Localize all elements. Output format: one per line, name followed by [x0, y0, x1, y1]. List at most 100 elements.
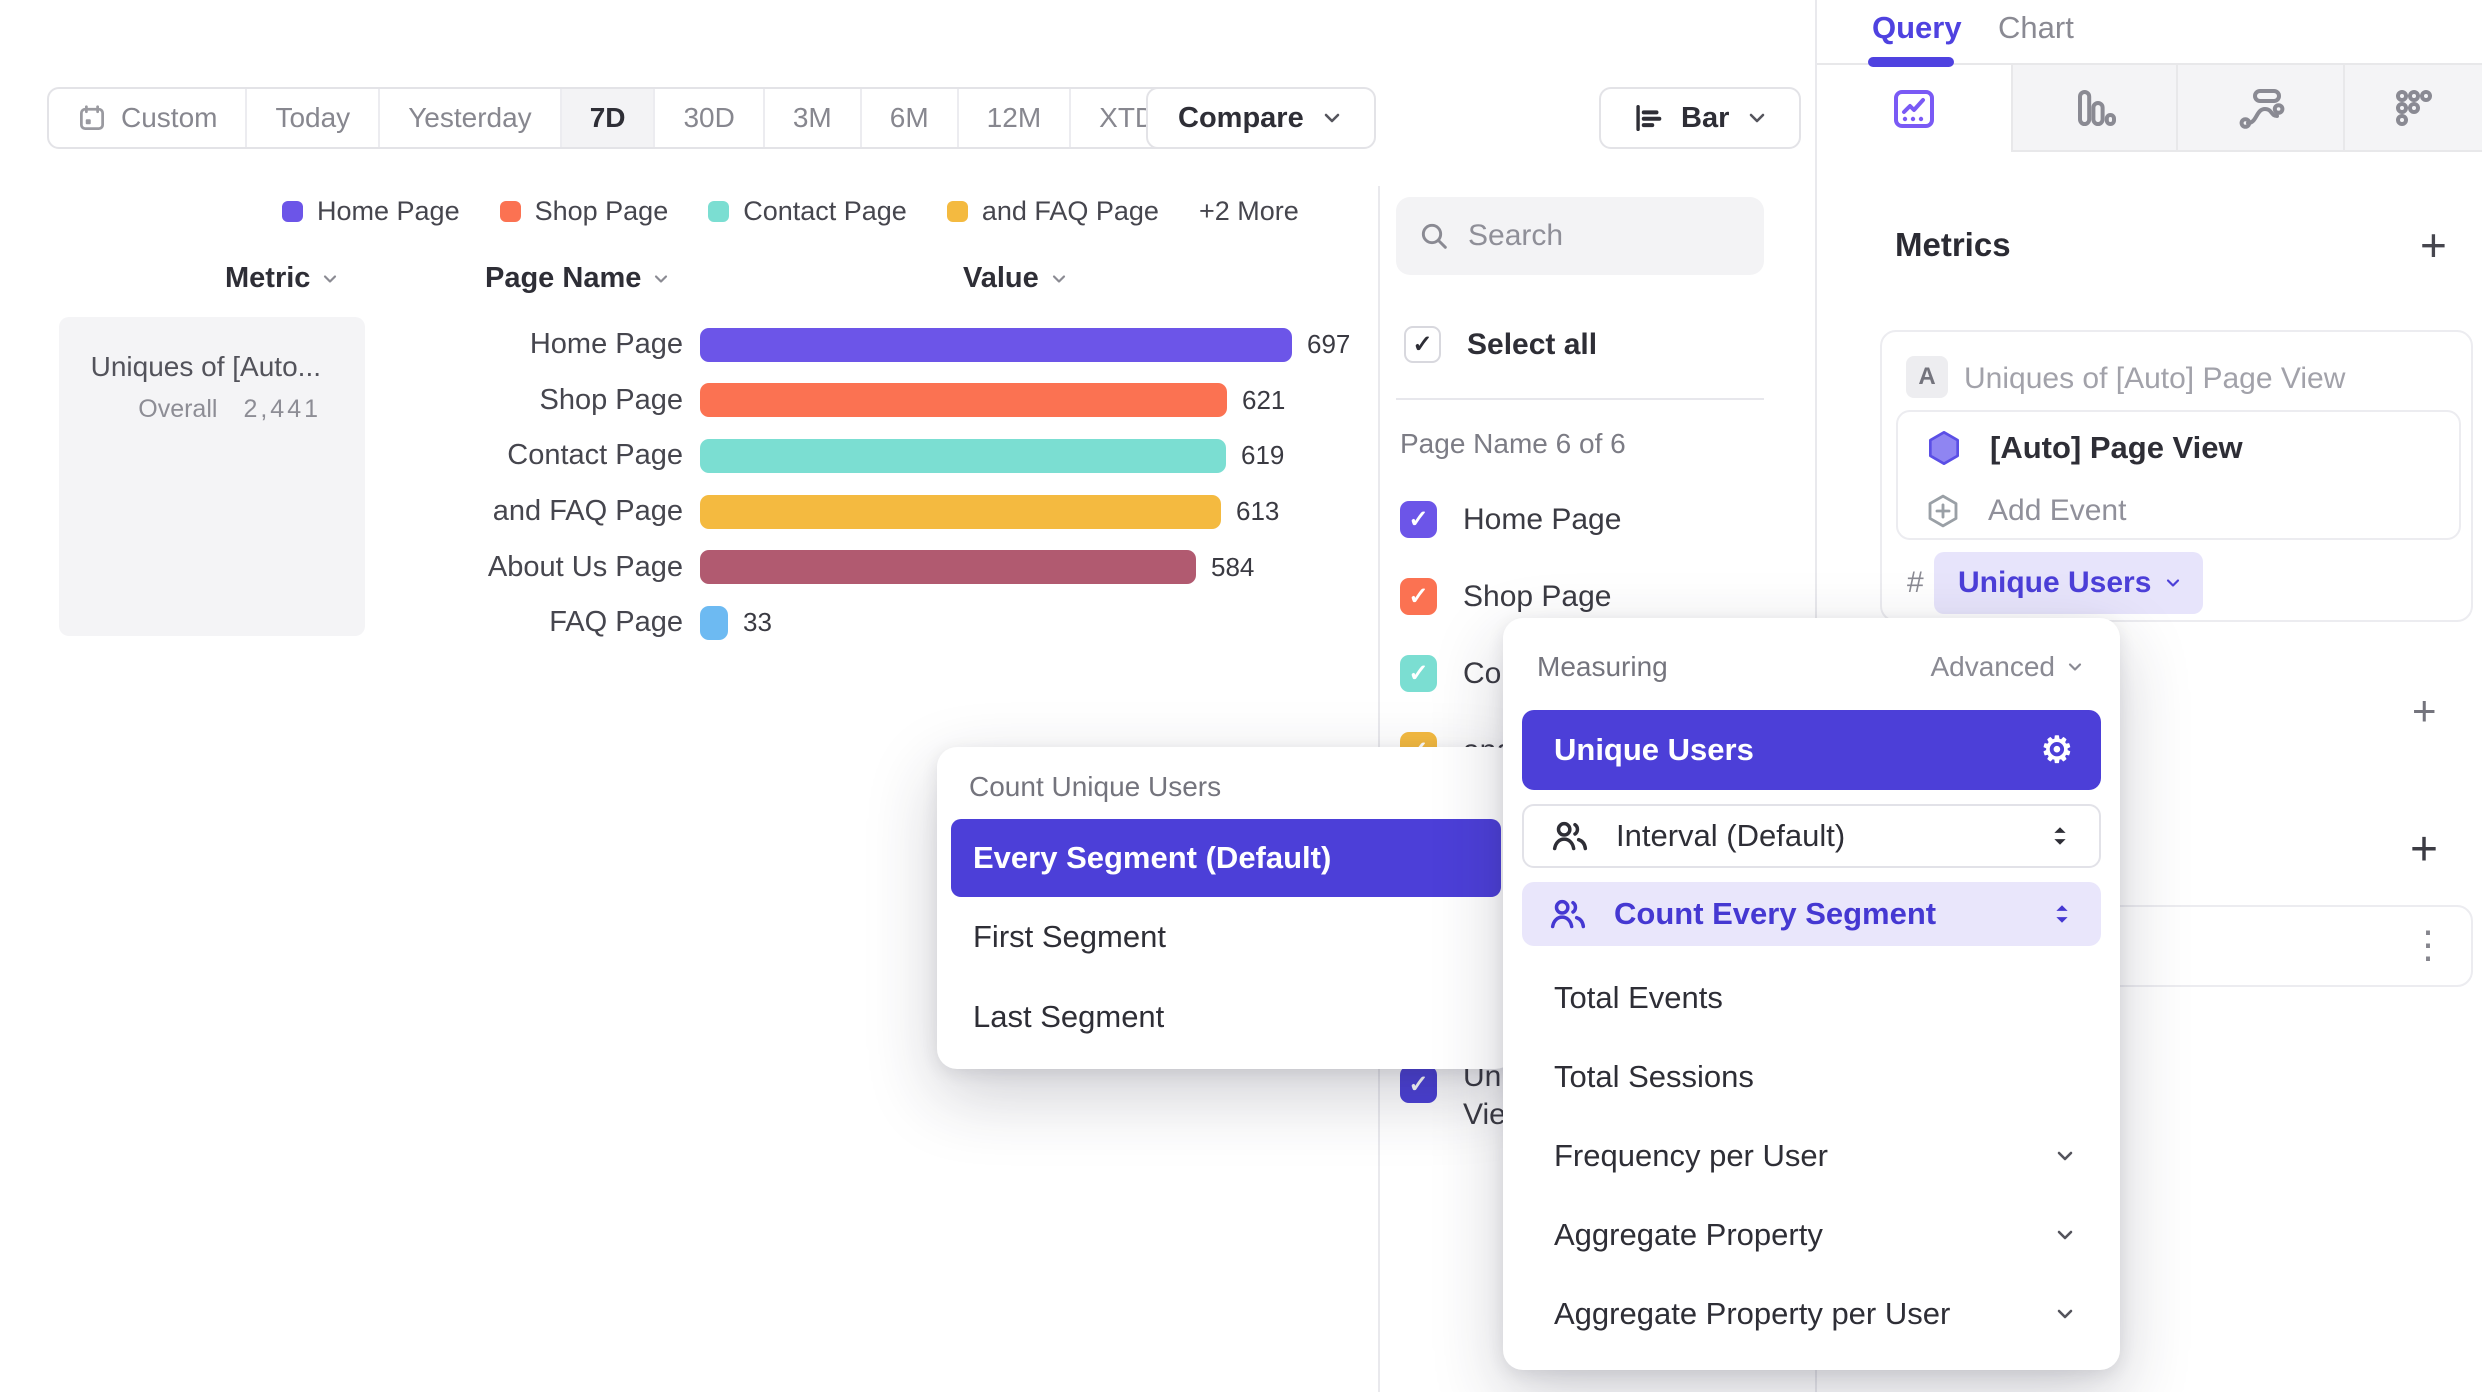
legend-swatch — [708, 201, 729, 222]
bar-shop-page[interactable] — [700, 383, 1227, 417]
metric-definition-card: A Uniques of [Auto] Page View [Auto] Pag… — [1880, 330, 2473, 622]
chart-row: About Us Page584 — [0, 539, 1378, 595]
active-tab-underline — [1868, 57, 1954, 67]
search-input[interactable] — [1468, 219, 1742, 253]
checkbox-checked[interactable]: ✓ — [1400, 1066, 1437, 1103]
date-range-picker: Custom Today Yesterday 7D 30D 3M 6M 12M … — [47, 87, 1219, 149]
tab-query[interactable]: Query — [1872, 10, 1962, 46]
measuring-header: Measuring Advanced — [1522, 648, 2101, 686]
measure-total-events[interactable]: Total Events — [1522, 958, 2101, 1037]
date-range-7d-active[interactable]: 7D — [560, 89, 654, 147]
people-icon — [1550, 816, 1590, 856]
legend-swatch — [282, 201, 303, 222]
chevron-down-icon — [2053, 1223, 2077, 1247]
add-breakdown-button[interactable]: + — [2410, 826, 2438, 874]
measure-aggregate-property-per-user[interactable]: Aggregate Property per User — [1522, 1274, 2101, 1353]
advanced-dropdown[interactable]: Advanced — [1930, 651, 2085, 683]
chart-row: Home Page697 — [0, 317, 1378, 373]
measure-dropdown[interactable]: Unique Users — [1934, 552, 2203, 614]
column-header-page-name[interactable]: Page Name — [485, 262, 671, 295]
measure-options-list: Total Events Total Sessions Frequency pe… — [1522, 958, 2101, 1353]
column-header-value[interactable]: Value — [963, 262, 1069, 295]
column-header-metric[interactable]: Metric — [225, 262, 340, 295]
add-event-row[interactable]: Add Event — [1924, 492, 2126, 530]
bar-home-page[interactable] — [700, 328, 1292, 362]
chart-row: FAQ Page33 — [0, 595, 1378, 651]
measure-frequency-per-user[interactable]: Frequency per User — [1522, 1116, 2101, 1195]
count-every-segment-selector[interactable]: Count Every Segment — [1522, 882, 2101, 946]
chevron-down-icon — [2065, 657, 2085, 677]
stepper-icon — [2045, 818, 2075, 854]
popup-title: Count Unique Users — [951, 767, 1501, 819]
option-last-segment[interactable]: Last Segment — [951, 977, 1501, 1057]
report-tab-retention[interactable] — [2343, 65, 2482, 152]
chevron-down-icon — [2053, 1144, 2077, 1168]
checkbox-checked[interactable]: ✓ — [1400, 501, 1437, 538]
bar-faq-page[interactable] — [700, 606, 728, 640]
bar-contact-page[interactable] — [700, 439, 1226, 473]
report-tab-funnels[interactable] — [2011, 65, 2176, 152]
kebab-menu-icon[interactable]: ⋮ — [2409, 935, 2447, 958]
select-all-row[interactable]: ✓ Select all — [1404, 326, 1597, 363]
insights-report-screen: Custom Today Yesterday 7D 30D 3M 6M 12M … — [0, 0, 2482, 1392]
date-range-label: Custom — [121, 102, 217, 134]
retention-dots-icon — [2390, 84, 2438, 132]
bar-about-us-page[interactable] — [700, 550, 1196, 584]
add-metric-button[interactable]: + — [2420, 222, 2447, 268]
segment-section-label: Page Name 6 of 6 — [1400, 428, 1626, 460]
chevron-down-icon — [651, 269, 671, 289]
date-range-today[interactable]: Today — [245, 89, 378, 147]
insights-chart-icon — [1890, 85, 1938, 133]
bar-value: 33 — [743, 607, 772, 638]
event-row[interactable]: [Auto] Page View — [1924, 428, 2243, 468]
chart-type-selector[interactable]: Bar — [1599, 87, 1801, 149]
search-icon — [1418, 220, 1450, 252]
option-first-segment[interactable]: First Segment — [951, 897, 1501, 977]
chevron-down-icon — [1320, 106, 1344, 130]
measure-aggregate-property[interactable]: Aggregate Property — [1522, 1195, 2101, 1274]
date-range-3m[interactable]: 3M — [763, 89, 860, 147]
checkbox-checked[interactable]: ✓ — [1400, 578, 1437, 615]
tab-chart[interactable]: Chart — [1998, 10, 2074, 46]
report-tab-flows[interactable] — [2176, 65, 2343, 152]
people-icon — [1548, 894, 1588, 934]
date-range-6m[interactable]: 6M — [860, 89, 957, 147]
chart-row: Contact Page619 — [0, 428, 1378, 484]
interval-selector[interactable]: Interval (Default) — [1522, 804, 2101, 868]
add-filter-button[interactable]: + — [2412, 690, 2437, 732]
legend-more-link[interactable]: +2 More — [1199, 196, 1299, 227]
option-every-segment-selected[interactable]: Every Segment (Default) — [951, 819, 1501, 897]
date-range-12m[interactable]: 12M — [957, 89, 1069, 147]
segment-search — [1396, 197, 1764, 275]
measure-unique-users-selected[interactable]: Unique Users ⚙ — [1522, 710, 2101, 790]
measure-total-sessions[interactable]: Total Sessions — [1522, 1037, 2101, 1116]
chart-row: and FAQ Page613 — [0, 484, 1378, 540]
chart-legend: Home Page Shop Page Contact Page and FAQ… — [282, 196, 1299, 227]
bar-and-faq-page[interactable] — [700, 495, 1221, 529]
select-all-checkbox[interactable]: ✓ — [1404, 326, 1441, 363]
event-hexagon-icon — [1924, 428, 1964, 468]
report-tab-insights-active[interactable] — [1817, 65, 2011, 152]
legend-item[interactable]: Home Page — [282, 196, 460, 227]
bar-value: 697 — [1307, 329, 1350, 360]
bar-value: 613 — [1236, 496, 1279, 527]
legend-swatch — [500, 201, 521, 222]
checkbox-checked[interactable]: ✓ — [1400, 655, 1437, 692]
date-range-custom[interactable]: Custom — [49, 89, 245, 147]
legend-item[interactable]: Shop Page — [500, 196, 669, 227]
bar-value: 621 — [1242, 385, 1285, 416]
metric-row-title: Uniques of [Auto] Page View — [1964, 362, 2345, 396]
compare-button[interactable]: Compare — [1146, 87, 1376, 149]
chevron-down-icon — [320, 269, 340, 289]
bar-chart-icon — [1631, 101, 1665, 135]
chevron-down-icon — [2163, 573, 2183, 593]
metrics-heading: Metrics — [1895, 226, 2011, 264]
columns-chart-icon — [2071, 84, 2119, 132]
segment-item-home-page[interactable]: ✓Home Page — [1400, 481, 1800, 558]
legend-item[interactable]: Contact Page — [708, 196, 907, 227]
metric-letter-badge: A — [1906, 356, 1948, 398]
date-range-yesterday[interactable]: Yesterday — [378, 89, 560, 147]
gear-icon[interactable]: ⚙ — [2041, 732, 2073, 768]
date-range-30d[interactable]: 30D — [653, 89, 762, 147]
legend-item[interactable]: and FAQ Page — [947, 196, 1159, 227]
